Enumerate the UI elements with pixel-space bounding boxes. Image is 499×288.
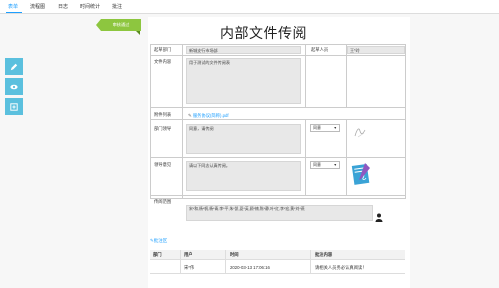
tab-annotations[interactable]: 批注 <box>112 3 122 10</box>
comment-area-link[interactable]: ✎批注区 <box>150 238 167 244</box>
chevron-down-icon: ▼ <box>333 163 337 167</box>
comment-content: 请相关人员务必认真阅读！ <box>315 265 367 270</box>
edit-button[interactable] <box>5 58 23 75</box>
add-button[interactable] <box>5 98 23 115</box>
active-tab-indicator <box>6 12 22 13</box>
drafter-value: 王*玲 <box>350 48 360 53</box>
pencil-icon <box>10 63 18 70</box>
attachment-name: 服务协议(简称).pdf <box>192 113 229 118</box>
page-title: 内部文件传阅 <box>220 25 307 41</box>
leader-label: 领导意见 <box>154 162 172 167</box>
comment-table-header: 部门 用户 时间 批注内容 <box>150 250 405 260</box>
dept-value: 新城支行市场部 <box>189 48 218 53</box>
circulate-label: 传阅范围 <box>154 199 172 204</box>
leader-opinion-value: 请以下同志认真传阅。 <box>189 163 230 168</box>
dept-lead-select[interactable]: 同意 ▼ <box>310 124 340 132</box>
circulate-field[interactable]: 宋*和,杨*帆,杨*青,李*平,朱*凯,夏*英,顾*楠,陈*静,叶*红,李*宏,… <box>186 205 373 221</box>
status-ribbon: 审核通过 <box>96 19 141 31</box>
leader-select-value: 同意 <box>313 162 321 167</box>
dept-field[interactable]: 新城支行市场部 <box>186 46 301 54</box>
attach-label: 附件列表 <box>154 112 172 117</box>
approval-stamp-icon <box>351 163 370 185</box>
signature-image <box>354 128 366 138</box>
comment-col-divider-3 <box>310 250 311 274</box>
tab-time-stats[interactable]: 时间统计 <box>80 3 100 10</box>
eye-icon <box>10 84 18 89</box>
status-ribbon-fold <box>136 31 140 35</box>
table-row: 宋*伟 2020-03-13 17:06:16 请相关人员务必认真阅读！ <box>150 262 405 274</box>
dept-lead-select-value: 同意 <box>313 125 321 130</box>
comment-time: 2020-03-13 17:06:16 <box>230 265 270 270</box>
leader-select[interactable]: 同意 ▼ <box>310 161 340 169</box>
top-tab-bar: 表单 流程图 日志 时间统计 批注 <box>0 0 499 14</box>
dept-lead-label: 部门领导 <box>154 126 172 131</box>
form-col-divider-3 <box>305 120 306 196</box>
drafter-label: 起草人员 <box>311 47 329 52</box>
content-label: 文件内容 <box>154 59 172 64</box>
tab-form[interactable]: 表单 <box>8 3 18 10</box>
tab-flowchart[interactable]: 流程图 <box>30 3 45 10</box>
user-icon[interactable] <box>375 213 383 222</box>
attachment-link[interactable]: ✎ 服务协议(简称).pdf <box>188 113 229 119</box>
paperclip-icon: ✎ <box>188 113 192 118</box>
comment-col-divider-1 <box>180 250 181 274</box>
leader-opinion-textarea[interactable]: 请以下同志认真传阅。 <box>186 161 301 191</box>
content-value: 用于测试的文件传阅表 <box>189 60 230 65</box>
col-time-header: 时间 <box>230 252 239 257</box>
col-user-header: 用户 <box>184 252 193 257</box>
comment-area-label: 批注区 <box>153 238 168 243</box>
content-textarea[interactable]: 用于测试的文件传阅表 <box>186 58 301 104</box>
dept-label: 起草部门 <box>154 47 172 52</box>
status-ribbon-label: 审核通过 <box>112 22 130 27</box>
chevron-down-icon: ▼ <box>333 126 337 130</box>
col-dept-header: 部门 <box>153 252 162 257</box>
form-col-divider-4 <box>346 120 347 196</box>
comment-col-divider-2 <box>225 250 226 274</box>
tab-log[interactable]: 日志 <box>58 3 68 10</box>
form-label-divider <box>182 44 183 199</box>
comment-user: 宋*伟 <box>184 265 195 270</box>
form-col-divider-1 <box>305 44 306 108</box>
view-button[interactable] <box>5 78 23 95</box>
drafter-field[interactable]: 王*玲 <box>347 46 405 54</box>
circulate-value: 宋*和,杨*帆,杨*青,李*平,朱*凯,夏*英,顾*楠,陈*静,叶*红,李*宏,… <box>189 207 305 211</box>
plus-square-icon <box>10 102 18 111</box>
dept-lead-opinion-value: 同意，请传阅 <box>189 126 214 131</box>
col-content-header: 批注内容 <box>315 252 333 257</box>
dept-lead-opinion-textarea[interactable]: 同意，请传阅 <box>186 124 301 154</box>
